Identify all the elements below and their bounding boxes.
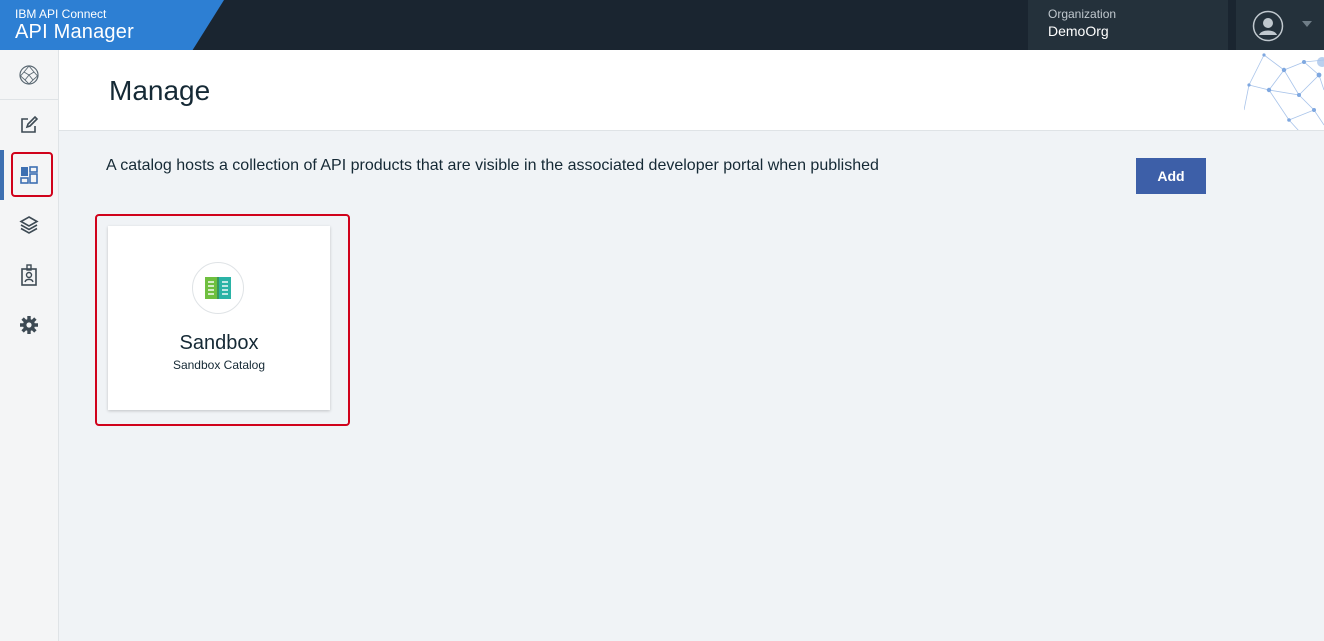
layers-icon [19, 216, 39, 234]
sidebar-item-settings[interactable] [0, 300, 58, 350]
page-header: Manage [59, 50, 1324, 131]
organization-name: DemoOrg [1048, 23, 1109, 39]
sidebar-item-home[interactable] [0, 50, 58, 100]
catalog-card-sandbox[interactable]: Sandbox Sandbox Catalog [108, 226, 330, 410]
add-catalog-button[interactable]: Add [1136, 158, 1206, 194]
active-nav-indicator [0, 150, 4, 200]
globe-icon [19, 65, 39, 85]
page-description: A catalog hosts a collection of API prod… [106, 157, 879, 174]
organization-selector[interactable]: Organization DemoOrg [1028, 0, 1228, 50]
manage-highlight-box [11, 152, 53, 197]
catalog-book-icon [205, 277, 231, 299]
gear-icon [20, 316, 38, 334]
network-decoration-icon [1244, 53, 1324, 130]
user-avatar-icon [1252, 10, 1284, 42]
sidebar-item-develop[interactable] [0, 100, 58, 150]
organization-label: Organization [1048, 7, 1117, 21]
sidebar-item-resources[interactable] [0, 200, 58, 250]
sidebar-item-members[interactable] [0, 250, 58, 300]
product-family-label: IBM API Connect [15, 7, 107, 21]
user-menu[interactable] [1236, 0, 1324, 50]
top-bar: IBM API Connect API Manager Organization… [0, 0, 1324, 50]
brand-logo[interactable]: IBM API Connect API Manager [0, 0, 224, 50]
badge-icon [21, 264, 37, 286]
product-name: API Manager [15, 21, 134, 43]
catalog-title: Sandbox [179, 332, 259, 354]
chevron-down-icon [1302, 21, 1312, 27]
sidebar [0, 50, 59, 641]
edit-icon [21, 115, 39, 133]
catalog-subtitle: Sandbox Catalog [172, 358, 266, 372]
page-title: Manage [109, 75, 211, 106]
catalog-icon-container [192, 262, 244, 314]
